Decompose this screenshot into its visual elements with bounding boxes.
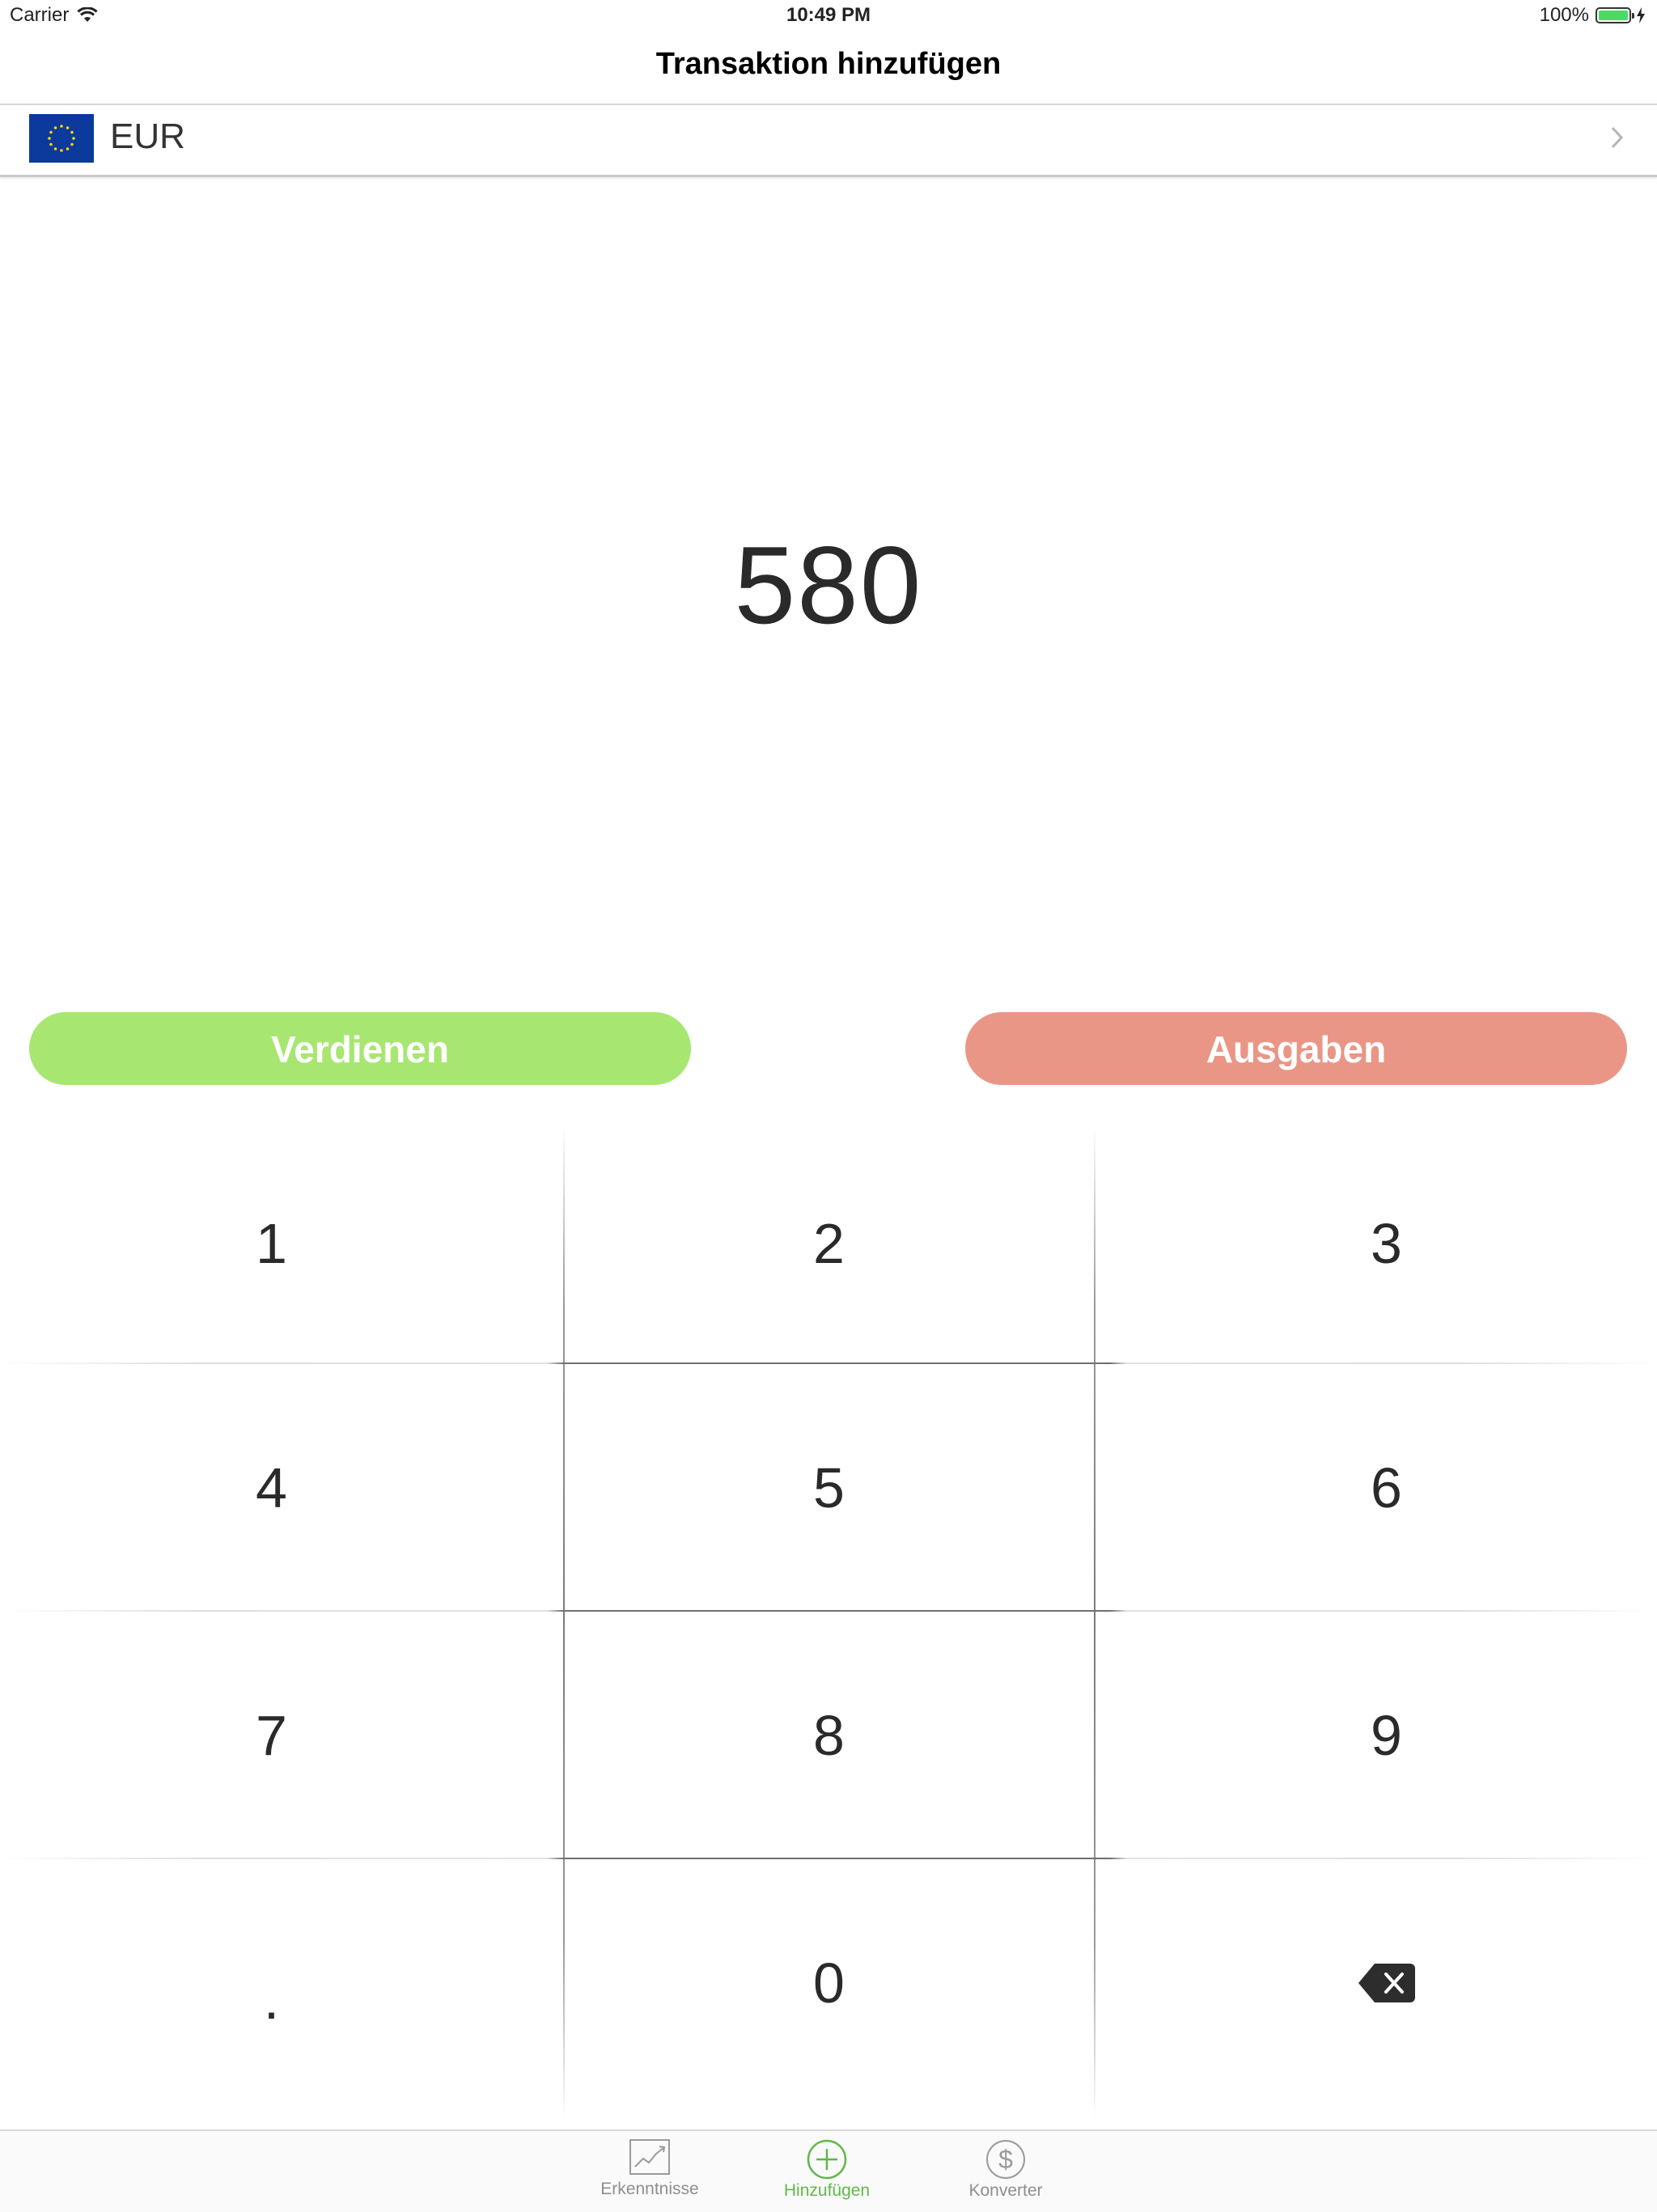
status-bar: Carrier 10:49 PM 100% — [0, 0, 1657, 32]
keypad-divider — [1094, 1125, 1095, 2120]
key-2[interactable]: 2 — [564, 1125, 1094, 1362]
chart-icon — [629, 2139, 670, 2175]
key-9[interactable]: 9 — [1121, 1612, 1651, 1859]
keypad: 1 2 3 4 5 6 7 8 9 . 0 — [0, 1125, 1657, 2120]
key-3[interactable]: 3 — [1121, 1125, 1651, 1362]
key-0[interactable]: 0 — [564, 1859, 1094, 2107]
key-decimal[interactable]: . — [6, 1859, 536, 2107]
key-1[interactable]: 1 — [6, 1125, 536, 1362]
key-7[interactable]: 7 — [6, 1612, 536, 1859]
key-4[interactable]: 4 — [6, 1364, 536, 1612]
dollar-circle-icon: $ — [986, 2140, 1025, 2179]
tab-insights[interactable]: Erkenntnisse — [561, 2131, 739, 2212]
key-5[interactable]: 5 — [564, 1364, 1094, 1612]
plus-circle-icon — [807, 2139, 847, 2180]
battery-icon — [1596, 7, 1634, 23]
key-8[interactable]: 8 — [564, 1612, 1094, 1859]
earn-button[interactable]: Verdienen — [29, 1012, 691, 1085]
charging-bolt-icon — [1637, 7, 1645, 23]
backspace-key[interactable] — [1121, 1859, 1651, 2107]
tab-converter[interactable]: $ Konverter — [917, 2131, 1095, 2212]
key-6[interactable]: 6 — [1121, 1364, 1651, 1612]
chevron-right-icon — [1611, 126, 1624, 149]
spend-button[interactable]: Ausgaben — [965, 1012, 1627, 1085]
battery-indicator: 100% — [1540, 4, 1646, 27]
status-time: 10:49 PM — [786, 4, 871, 26]
eu-flag-icon — [29, 114, 94, 163]
backspace-icon — [1358, 1964, 1415, 2002]
battery-percentage: 100% — [1539, 4, 1589, 26]
svg-text:$: $ — [998, 2145, 1013, 2174]
currency-code: EUR — [110, 117, 185, 156]
currency-selector[interactable]: EUR — [0, 105, 1657, 177]
tab-add[interactable]: Hinzufügen — [738, 2131, 916, 2212]
page-title: Transaktion hinzufügen — [655, 47, 1002, 81]
tab-converter-label: Konverter — [968, 2181, 1043, 2200]
tab-add-label: Hinzufügen — [783, 2181, 871, 2200]
tab-bar: Erkenntnisse Hinzufügen $ Konverter — [0, 2129, 1657, 2212]
navigation-bar: Transaktion hinzufügen — [0, 32, 1657, 105]
tab-insights-label: Erkenntnisse — [600, 2180, 699, 2198]
amount-display: 580 — [734, 523, 923, 646]
